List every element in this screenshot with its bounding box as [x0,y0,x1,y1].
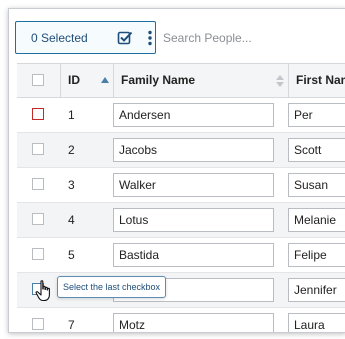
family-name-field[interactable] [113,173,274,197]
first-name-field[interactable] [288,278,345,302]
column-header-family-name[interactable]: Family Name [121,64,195,97]
column-divider [113,64,114,97]
more-vertical-icon[interactable] [147,30,153,51]
column-divider [288,64,289,97]
row-id: 4 [68,213,75,227]
selection-summary[interactable]: 0 Selected [15,21,156,54]
column-header-id[interactable]: ID [68,64,80,97]
table-row: 7 [17,308,345,332]
row-id: 3 [68,178,75,192]
hand-pointer-cursor-icon [35,280,53,307]
checkbox-check-icon[interactable] [117,30,133,51]
first-name-field[interactable] [288,208,345,232]
row-id: 1 [68,108,75,122]
first-name-field[interactable] [288,243,345,267]
sort-ascending-icon[interactable] [101,70,109,88]
table-row: 1 [17,98,345,133]
column-divider [60,64,61,97]
table-row: 4 [17,203,345,238]
family-name-field[interactable] [113,208,274,232]
table-row: 3 [17,168,345,203]
row-id: 5 [68,248,75,262]
row-select-checkbox[interactable] [32,143,44,155]
row-select-checkbox[interactable] [32,318,44,330]
row-id: 7 [68,318,75,332]
table-row: 2 [17,133,345,168]
row-select-checkbox[interactable] [32,108,44,120]
family-name-field[interactable] [113,243,274,267]
selected-count: 0 Selected [31,31,88,45]
table-header: ID Family Name First Nam [17,63,345,98]
first-name-field[interactable] [288,313,345,332]
row-select-checkbox[interactable] [32,213,44,225]
first-name-field[interactable] [288,138,345,162]
table-row: 5 [17,238,345,273]
row-select-checkbox[interactable] [32,248,44,260]
first-name-field[interactable] [288,173,345,197]
row-id: 2 [68,143,75,157]
row-select-checkbox[interactable] [32,178,44,190]
grid-toolbar: 0 Selected [9,9,345,63]
checkbox-tooltip: Select the last checkbox [57,276,167,298]
family-name-field[interactable] [113,138,274,162]
sort-unsorted-icon[interactable] [276,74,284,92]
search-people-input[interactable] [163,21,345,54]
column-header-first-name[interactable]: First Nam [296,64,345,97]
family-name-field[interactable] [113,103,274,127]
select-all-checkbox[interactable] [32,74,44,86]
family-name-field[interactable] [113,313,274,332]
first-name-field[interactable] [288,103,345,127]
